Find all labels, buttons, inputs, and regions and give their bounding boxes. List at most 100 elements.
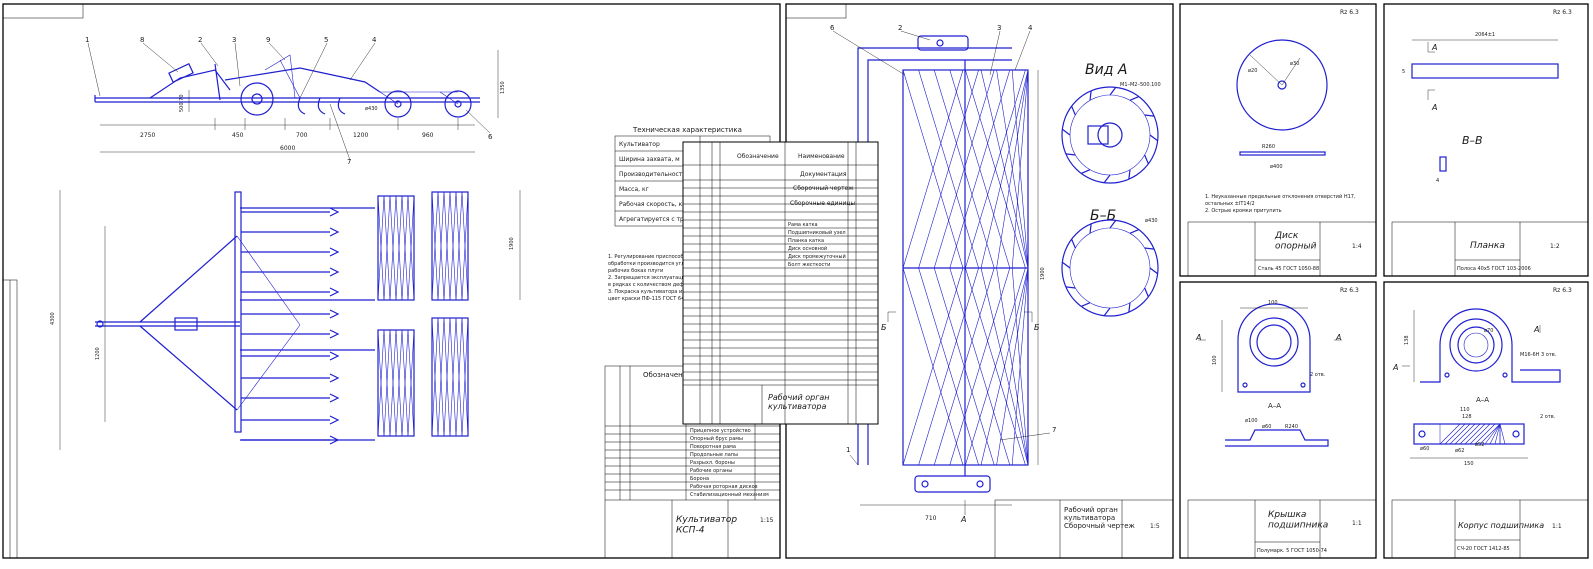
tine-tip-5: [329, 309, 340, 319]
spec2-group-units: Сборочные единицы: [790, 200, 855, 207]
section-bb-disk: [1061, 219, 1159, 317]
disk-note-1: 1. Неуказанные предельные отклонения отв…: [1205, 193, 1356, 200]
sheet-6-bearing-housing: Rz 6.3 138 ø70 М16-6Н 3 отв. А А А–А 110…: [1383, 281, 1589, 559]
pos2-number-7: 7: [1052, 426, 1056, 434]
plank-dim-4: 4: [1436, 178, 1439, 184]
sheet-4-roughness: Rz 6.3: [1553, 9, 1572, 16]
tech-row-0: Культиватор: [619, 141, 660, 148]
sheet-2-spec-overlay: Обозначение Наименование Документация Сб…: [682, 141, 879, 425]
housing-dim-d60: ø60: [1420, 446, 1429, 452]
disk-profile: [1239, 151, 1326, 156]
plank-outline: [1411, 63, 1559, 79]
sheet-2-scale: 1:5: [1150, 523, 1160, 530]
sheet-3-roughness: Rz 6.3: [1340, 9, 1359, 16]
sheet-5-scale: 1:1: [1352, 520, 1362, 527]
side-view-dimension-labels: 2750 450 700 1200 960 6000 500.70 1350 ø…: [85, 36, 506, 166]
dim-450: 450: [232, 132, 244, 139]
cover-dim-d60: ø60: [1262, 424, 1271, 430]
view-mark-a: А: [960, 515, 966, 524]
tech-row-4: Рабочая скорость, км/ч: [619, 201, 692, 208]
tine-tip-1: [329, 227, 340, 237]
pos-number-2: 2: [198, 36, 202, 44]
sheet-6-roughness: Rz 6.3: [1553, 287, 1572, 294]
plank-section: [1439, 156, 1447, 172]
cover-section-label: А–А: [1268, 402, 1281, 410]
spec2-item-5: Болт жесткости: [788, 262, 830, 268]
spec2-item-3: Диск основной: [788, 245, 827, 252]
view-a-spokes: [1061, 86, 1159, 184]
sheet-6-border: [1383, 281, 1589, 559]
sheet-5-material: Полумарк. 5 ГОСТ 1050-74: [1257, 548, 1327, 554]
disk-note-3: 2. Острые кромки притупить: [1205, 208, 1282, 214]
dim-1900: 1900: [509, 237, 515, 250]
housing-section: [1413, 423, 1525, 445]
view-a-label: Вид А: [1085, 62, 1127, 78]
sheet-2-roller-assembly: Б Б А 710 1900 6 2 3 4 1 7 Вид А М1–М2–5…: [682, 3, 1174, 559]
sheet-5-roughness: Rz 6.3: [1340, 287, 1359, 294]
dim-6000: 6000: [280, 145, 295, 152]
tech-row-5: Агрегатируется с трак: [619, 216, 692, 223]
section-mark-b-right: Б: [1034, 323, 1040, 332]
spec1-item-6: Борона: [690, 476, 709, 482]
spec2-item-2: Планка катка: [788, 238, 824, 244]
housing-dim-d70: ø70: [1484, 328, 1493, 334]
spec1-item-0: Прицепное устройство: [690, 427, 751, 434]
sheet-4-plank: Rz 6.3 2064±1 5 А А В–В 4 Планка Полоса …: [1383, 3, 1589, 277]
pos-number-8: 8: [140, 36, 144, 44]
spec1-item-5: Рабочие органы: [690, 468, 732, 474]
housing-dim-138: 138: [1404, 335, 1410, 345]
housing-dim-d62: ø62: [1455, 448, 1464, 454]
sheet-6-scale: 1:1: [1552, 523, 1562, 530]
disk-dim-r260: R260: [1262, 144, 1275, 150]
pos2-number-1: 1: [846, 446, 850, 454]
disk-dim-d30: ø30: [1290, 61, 1299, 67]
support-wheel: [240, 82, 274, 116]
tine-tip-2: [329, 247, 340, 257]
disk-dim-d20: ø20: [1248, 68, 1257, 74]
tech-notes: 1. Регулирование приспособленобработки п…: [608, 254, 693, 302]
cover-dim-r240: R240: [1285, 424, 1298, 430]
dim-500-70: 500.70: [179, 95, 185, 113]
dim-1350: 1350: [500, 81, 506, 94]
pos2-number-2: 2: [898, 24, 902, 32]
tech-row-3: Масса, кг: [619, 186, 649, 193]
spec1-item-1: Опорный брус рамы: [690, 435, 743, 442]
roller-frame: [857, 47, 1012, 465]
plan-rollers: [377, 191, 469, 437]
sheet-5-title: Крышка подшипника: [1268, 510, 1328, 530]
hydraulic-cylinder: [168, 63, 194, 83]
housing-dim-d52: ø52: [1475, 442, 1484, 448]
view-a-callout: М1–М2–500.100: [1120, 82, 1161, 88]
tine-tip-0: [329, 207, 340, 217]
spec2-item-1: Подшипниковый узел: [788, 229, 846, 236]
plank-dim-5: 5: [1402, 69, 1405, 75]
view-a-disk: [1061, 86, 1159, 184]
spec1-item-4: Разрыхл. бороны: [690, 460, 735, 466]
plank-section-label: В–В: [1462, 134, 1483, 147]
pos-number-5: 5: [324, 36, 328, 44]
spec2-col-designation: Обозначение: [737, 153, 779, 160]
housing-section-mark-left: А: [1392, 363, 1398, 372]
tech-note-1: обработки производится угло: [608, 261, 688, 267]
housing-dim-128: 128: [1462, 414, 1472, 420]
sheet-1-border: [2, 3, 781, 559]
pos-number-9: 9: [266, 36, 270, 44]
dim-1900-roller: 1900: [1040, 267, 1046, 280]
sheet-5-bearing-cover: Rz 6.3 100 100 2 отв. А А А–А ø100 ø60 R…: [1179, 281, 1377, 559]
spec1-items: Прицепное устройствоОпорный брус рамы Пов…: [605, 425, 780, 498]
tine-tip-9: [329, 393, 340, 403]
spec2-group-docs: Документация: [800, 171, 847, 178]
tech-note-4: в рядках с количеством дефо: [608, 282, 687, 288]
tech-note-0: 1. Регулирование приспособлен: [608, 254, 693, 260]
pos2-number-6: 6: [830, 24, 835, 32]
cultivator-tines: [241, 207, 340, 445]
section-bb-diameter: ø430: [1145, 218, 1158, 224]
spec2-col-name: Наименование: [798, 153, 845, 160]
cover-section-mark-right: А: [1335, 333, 1341, 342]
sheet-1-corner-stamp: [2, 3, 84, 19]
dim-710: 710: [925, 515, 937, 522]
housing-section-mark-top: А: [1533, 325, 1539, 334]
dim-1200: 1200: [353, 132, 368, 139]
plank-dim-length: 2064±1: [1475, 32, 1495, 38]
sheet-2-title: Рабочий орган культиватора Сборочный черте…: [1064, 506, 1135, 530]
